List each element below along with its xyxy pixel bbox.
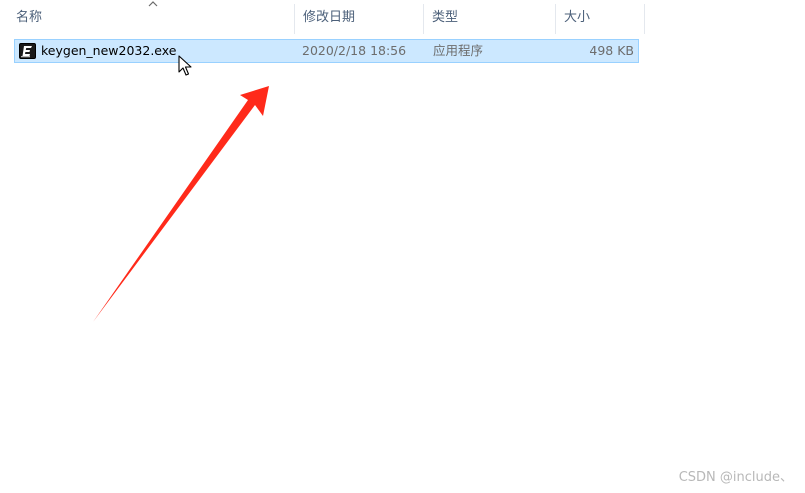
file-row-selected[interactable]: keygen_new2032.exe 2020/2/18 18:56 应用程序 … [14, 39, 639, 63]
watermark-text: CSDN @include、 [678, 470, 793, 485]
chevron-up-icon [148, 1, 158, 7]
column-header-date[interactable]: 修改日期 [295, 0, 423, 36]
column-header-name-label: 名称 [16, 10, 43, 25]
file-modified-date: 2020/2/18 18:56 [302, 43, 407, 58]
column-header-date-label: 修改日期 [303, 10, 356, 25]
red-arrow-annotation [93, 86, 269, 322]
file-explorer-view: 名称 修改日期 类型 大小 keygen_new2032.exe 2020/2/… [0, 0, 805, 493]
column-header-size-label: 大小 [564, 10, 591, 25]
column-header-size[interactable]: 大小 [556, 0, 644, 36]
file-type: 应用程序 [433, 43, 484, 58]
column-header: 名称 修改日期 类型 大小 [0, 0, 645, 36]
column-divider[interactable] [644, 4, 645, 34]
column-header-type[interactable]: 类型 [424, 0, 554, 36]
mouse-pointer-icon [178, 55, 192, 76]
file-name: keygen_new2032.exe [41, 43, 177, 58]
file-size: 498 KB [589, 43, 634, 58]
executable-icon [19, 43, 36, 59]
red-arrow-icon [93, 86, 269, 322]
column-header-type-label: 类型 [432, 10, 459, 25]
